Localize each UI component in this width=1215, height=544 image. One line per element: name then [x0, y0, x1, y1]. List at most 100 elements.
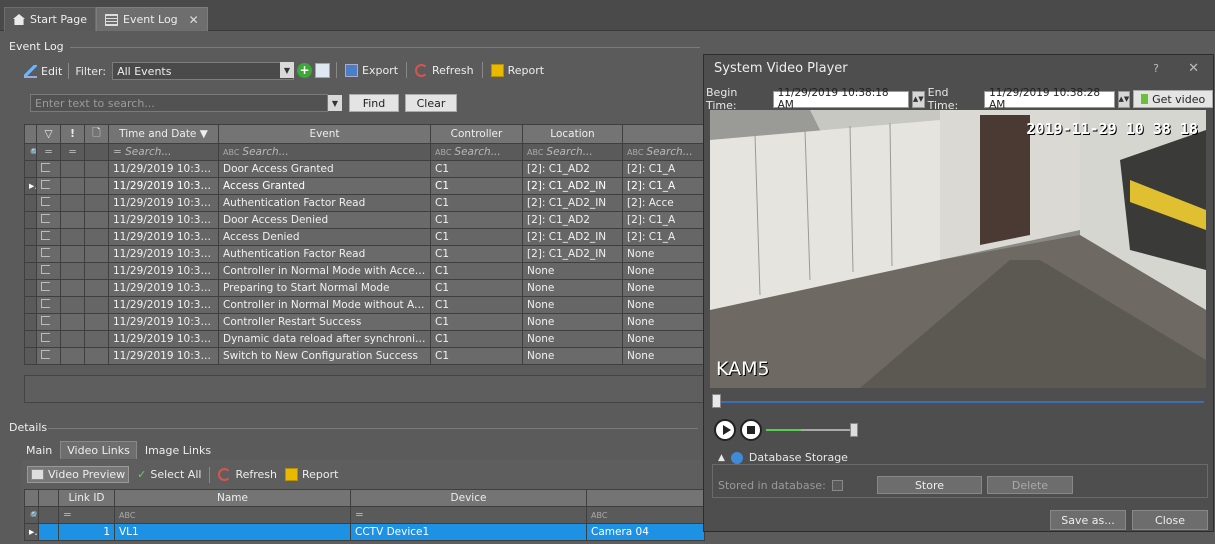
play-button[interactable]	[714, 419, 736, 441]
report-button[interactable]: Report	[490, 63, 544, 77]
delete-button[interactable]: Delete	[987, 476, 1073, 494]
table-row[interactable]: 11/29/2019 10:33:0... Controller Restart …	[24, 313, 705, 331]
edit-filter-icon[interactable]	[315, 62, 330, 78]
home-icon	[13, 14, 25, 25]
filter-extra-input[interactable]: ABC Search...	[622, 143, 705, 161]
select-all-button[interactable]: ✓ Select All	[137, 468, 201, 481]
row-indicator	[24, 279, 37, 297]
details-refresh-button[interactable]: Refresh	[218, 468, 277, 481]
tab-main[interactable]: Main	[20, 441, 58, 459]
timeline-handle[interactable]	[712, 394, 721, 408]
store-button[interactable]: Store	[877, 476, 982, 494]
search-input[interactable]: Enter text to search...	[30, 94, 328, 112]
search-dropdown-icon[interactable]: ▼	[328, 95, 342, 111]
filter-event-input[interactable]: ABC Search...	[218, 143, 431, 161]
column-header-extra[interactable]	[622, 124, 705, 144]
table-row[interactable]: 11/29/2019 10:33:0... Preparing to Start …	[24, 279, 705, 297]
equals-icon[interactable]: =	[36, 143, 61, 161]
video-preview-button[interactable]: Video Preview	[27, 466, 130, 483]
filter-location-input[interactable]: ABC Search...	[522, 143, 623, 161]
edit-label: Edit	[41, 64, 63, 78]
details-report-button[interactable]: Report	[284, 468, 338, 481]
filter-device-input[interactable]: =	[350, 506, 587, 524]
edit-button[interactable]: Edit	[24, 64, 63, 78]
filter-placeholder: Search...	[454, 146, 501, 158]
column-header-event[interactable]: Event	[218, 124, 431, 144]
column-header-camera[interactable]	[586, 489, 705, 507]
equals-icon[interactable]: =	[60, 143, 85, 161]
filter-placeholder: Search...	[546, 146, 593, 158]
osd-camera-label: KAM5	[716, 358, 770, 380]
stop-button[interactable]	[740, 419, 762, 441]
priority-cell	[60, 262, 85, 280]
filter-camera-input[interactable]: ABC	[586, 506, 705, 524]
flag-icon	[41, 214, 50, 223]
help-icon[interactable]: ?	[1153, 62, 1159, 75]
table-row[interactable]: 11/29/2019 10:37:4... Authentication Fact…	[24, 245, 705, 263]
clear-button[interactable]: Clear	[405, 94, 457, 112]
tab-video-links[interactable]: Video Links	[60, 441, 137, 459]
row-indicator	[24, 347, 37, 365]
column-header-device[interactable]: Device	[350, 489, 587, 507]
export-label: Export	[362, 63, 399, 77]
close-tab-icon[interactable]: ✕	[189, 13, 199, 27]
priority-column-header[interactable]: !	[60, 124, 85, 144]
video-player-title: System Video Player	[714, 61, 848, 76]
table-row[interactable]: ▸ 11/29/2019 10:38:2... Access Granted C1 [2…	[24, 177, 705, 195]
stored-in-database-checkbox[interactable]	[831, 480, 843, 491]
table-row[interactable]: 11/29/2019 10:37:4... Door Access Denied C…	[24, 211, 705, 229]
filter-cell[interactable]	[38, 506, 59, 524]
begin-time-spin[interactable]: ▲▼	[911, 90, 925, 108]
refresh-icon	[415, 63, 429, 77]
tab-start-page[interactable]: Start Page	[4, 7, 96, 31]
database-storage-header[interactable]: ▲ Database Storage	[718, 451, 848, 464]
get-video-button[interactable]: Get video	[1133, 90, 1213, 108]
find-button[interactable]: Find	[349, 94, 399, 112]
filter-name-input[interactable]: ABC	[114, 506, 351, 524]
row-check-cell[interactable]	[38, 523, 59, 541]
video-frame[interactable]: 2019-11-29 10 38 18 KAM5	[710, 110, 1206, 388]
column-header-controller[interactable]: Controller	[430, 124, 523, 144]
document-column-header[interactable]: 🗋	[84, 124, 109, 144]
chevron-down-icon[interactable]: ▼	[280, 62, 294, 78]
flag-cell	[36, 211, 61, 229]
filter-time-input[interactable]: = Search...	[108, 143, 219, 161]
filter-select[interactable]: All Events	[112, 62, 295, 80]
end-time-spin[interactable]: ▲▼	[1117, 90, 1131, 108]
column-header-name[interactable]: Name	[114, 489, 351, 507]
table-row[interactable]: 11/29/2019 10:33:0... Controller in Norma…	[24, 262, 705, 280]
cell-extra: None	[622, 279, 705, 297]
close-button[interactable]: Close	[1132, 510, 1208, 530]
cell-location: [2]: C1_AD2_IN	[522, 177, 623, 195]
table-row[interactable]: 11/29/2019 10:38:2... Door Access Granted…	[24, 160, 705, 178]
close-window-icon[interactable]: ✕	[1188, 61, 1199, 76]
tab-image-links[interactable]: Image Links	[139, 441, 217, 459]
flag-column-header[interactable]: ▽	[36, 124, 61, 144]
cell-link-id: 1	[58, 523, 115, 541]
column-header-link-id[interactable]: Link ID	[58, 489, 115, 507]
filter-controller-input[interactable]: ABC Search...	[430, 143, 523, 161]
table-row[interactable]: 11/29/2019 10:33:0... Switch to New Confi…	[24, 347, 705, 365]
volume-slider[interactable]	[766, 429, 854, 431]
equals-icon[interactable]: =	[58, 506, 115, 524]
cell-location: None	[522, 296, 623, 314]
table-row[interactable]: 11/29/2019 10:33:0... Dynamic data reload…	[24, 330, 705, 348]
table-row[interactable]: 11/29/2019 10:37:4... Access Denied C1 [2]:…	[24, 228, 705, 246]
cell-extra: None	[622, 262, 705, 280]
column-header-time[interactable]: Time and Date ▼	[108, 124, 219, 144]
tab-event-log[interactable]: Event Log ✕	[96, 7, 208, 31]
table-row[interactable]: ▸ 1 VL1 CCTV Device1 Camera 04	[24, 523, 705, 541]
refresh-button[interactable]: Refresh	[415, 63, 474, 77]
column-header-location[interactable]: Location	[522, 124, 623, 144]
export-button[interactable]: Export	[345, 63, 399, 77]
table-row[interactable]: 11/29/2019 10:33:0... Controller in Norma…	[24, 296, 705, 314]
save-as-button[interactable]: Save as...	[1050, 510, 1126, 530]
timeline-track[interactable]	[712, 401, 1204, 403]
end-time-input[interactable]: 11/29/2019 10:38:28 AM	[984, 87, 1115, 111]
table-row[interactable]: 11/29/2019 10:38:2... Authentication Fact…	[24, 194, 705, 212]
begin-time-input[interactable]: 11/29/2019 10:38:18 AM	[772, 87, 909, 111]
filter-cell[interactable]	[84, 143, 109, 161]
volume-handle[interactable]	[850, 423, 858, 437]
add-filter-icon[interactable]: +	[297, 62, 312, 78]
column-link-id-label: Link ID	[68, 492, 105, 504]
